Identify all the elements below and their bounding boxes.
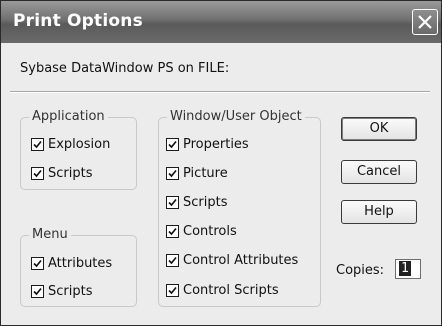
checkbox-label: Control Attributes [183,253,299,268]
checkbox-box[interactable] [31,285,44,298]
print-options-dialog: Print Options Sybase DataWindow PS on FI… [0,0,442,326]
checkmark-icon [33,287,42,296]
checkbox-picture[interactable]: Picture [166,166,228,181]
checkbox-label: Scripts [48,284,93,299]
checkbox-box[interactable] [166,284,179,297]
checkbox-attributes[interactable]: Attributes [31,256,112,271]
checkbox-controls[interactable]: Controls [166,224,237,239]
checkbox-box[interactable] [166,138,179,151]
checkbox-label: Controls [183,224,237,239]
checkmark-icon [33,169,42,178]
checkmark-icon [168,286,177,295]
window-user-object-group-label: Window/User Object [167,109,305,124]
copies-input[interactable]: 1 [395,259,421,279]
checkmark-icon [33,140,42,149]
checkbox-box[interactable] [31,257,44,270]
checkbox-explosion[interactable]: Explosion [31,137,110,152]
checkmark-icon [33,259,42,268]
checkbox-label: Scripts [183,195,228,210]
help-button[interactable]: Help [341,200,417,224]
checkmark-icon [168,198,177,207]
dialog-title: Print Options [13,11,143,31]
checkbox-label: Scripts [48,166,93,181]
close-button[interactable] [412,9,438,35]
printer-info: Sybase DataWindow PS on FILE: [20,61,230,76]
dialog-body: Sybase DataWindow PS on FILE: Applicatio… [8,43,434,323]
checkbox-box[interactable] [166,254,179,267]
cancel-button[interactable]: Cancel [341,160,417,184]
application-group-label: Application [29,109,108,124]
checkbox-control-attributes[interactable]: Control Attributes [166,253,298,268]
checkmark-icon [168,140,177,149]
checkmark-icon [168,227,177,236]
checkbox-properties[interactable]: Properties [166,137,249,152]
checkbox-label: Explosion [48,137,111,152]
checkbox-label: Properties [183,137,249,152]
checkbox-application-scripts[interactable]: Scripts [31,166,92,181]
checkmark-icon [168,256,177,265]
menu-group-label: Menu [29,227,71,242]
checkbox-box[interactable] [31,167,44,180]
ok-button[interactable]: OK [341,117,417,141]
separator [10,91,430,93]
checkbox-window-scripts[interactable]: Scripts [166,195,227,210]
checkbox-box[interactable] [166,167,179,180]
checkbox-menu-scripts[interactable]: Scripts [31,284,92,299]
checkmark-icon [168,169,177,178]
checkbox-control-scripts[interactable]: Control Scripts [166,283,279,298]
copies-value: 1 [399,261,411,276]
checkbox-box[interactable] [166,225,179,238]
checkbox-box[interactable] [166,196,179,209]
checkbox-box[interactable] [31,138,44,151]
checkbox-label: Picture [183,166,228,181]
copies-label: Copies: [336,263,385,278]
close-icon [418,15,432,29]
checkbox-label: Control Scripts [183,283,279,298]
checkbox-label: Attributes [48,256,113,271]
title-bar[interactable]: Print Options [1,1,441,43]
